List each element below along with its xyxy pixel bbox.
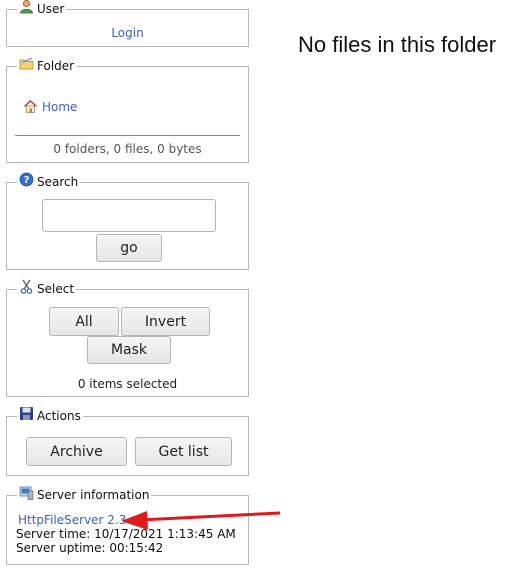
svg-text:?: ?	[24, 175, 30, 186]
search-panel: ? Search go	[6, 172, 249, 270]
user-legend: User	[17, 0, 67, 17]
folder-icon	[19, 56, 34, 71]
save-icon	[19, 406, 34, 421]
server-icon	[19, 485, 34, 500]
select-title: Select	[37, 282, 75, 296]
select-all-button[interactable]: All	[49, 307, 119, 336]
mask-button[interactable]: Mask	[87, 336, 171, 364]
select-panel: Select All Invert Mask 0 items selected	[6, 279, 249, 397]
archive-button[interactable]: Archive	[26, 437, 127, 466]
folder-legend: Folder	[17, 56, 77, 74]
server-panel: Server information HttpFileServer 2.3 Se…	[6, 486, 249, 565]
home-breadcrumb[interactable]: Home	[23, 99, 77, 114]
actions-title: Actions	[37, 409, 81, 423]
server-title: Server information	[37, 488, 150, 502]
empty-folder-message: No files in this folder	[298, 32, 497, 57]
user-panel: User Login	[6, 0, 249, 47]
version-link[interactable]: HttpFileServer 2.3	[18, 513, 126, 527]
actions-panel: Actions Archive Get list	[6, 406, 249, 476]
selected-count: 0 items selected	[77, 377, 178, 391]
actions-legend: Actions	[17, 406, 83, 424]
home-icon	[23, 99, 38, 114]
folder-summary: 0 folders, 0 files, 0 bytes	[53, 142, 202, 156]
folder-panel: Folder Home 0 folders, 0 files, 0 bytes	[6, 56, 249, 163]
server-uptime: Server uptime: 00:15:42	[16, 541, 164, 555]
search-title: Search	[37, 175, 79, 189]
user-icon	[19, 0, 34, 14]
search-legend: ? Search	[17, 172, 81, 190]
go-button[interactable]: go	[96, 234, 162, 262]
select-legend: Select	[17, 279, 77, 297]
scissors-icon	[19, 279, 34, 294]
home-link[interactable]: Home	[42, 100, 77, 114]
login-link[interactable]: Login	[7, 26, 248, 40]
server-time: Server time: 10/17/2021 1:13:45 AM	[16, 527, 236, 541]
folder-divider	[15, 135, 240, 136]
folder-title: Folder	[37, 59, 75, 73]
server-legend: Server information	[17, 485, 152, 503]
search-input[interactable]	[42, 199, 216, 232]
help-icon: ?	[19, 172, 34, 187]
user-title: User	[37, 2, 65, 16]
invert-button[interactable]: Invert	[121, 307, 210, 336]
get-list-button[interactable]: Get list	[135, 437, 232, 466]
